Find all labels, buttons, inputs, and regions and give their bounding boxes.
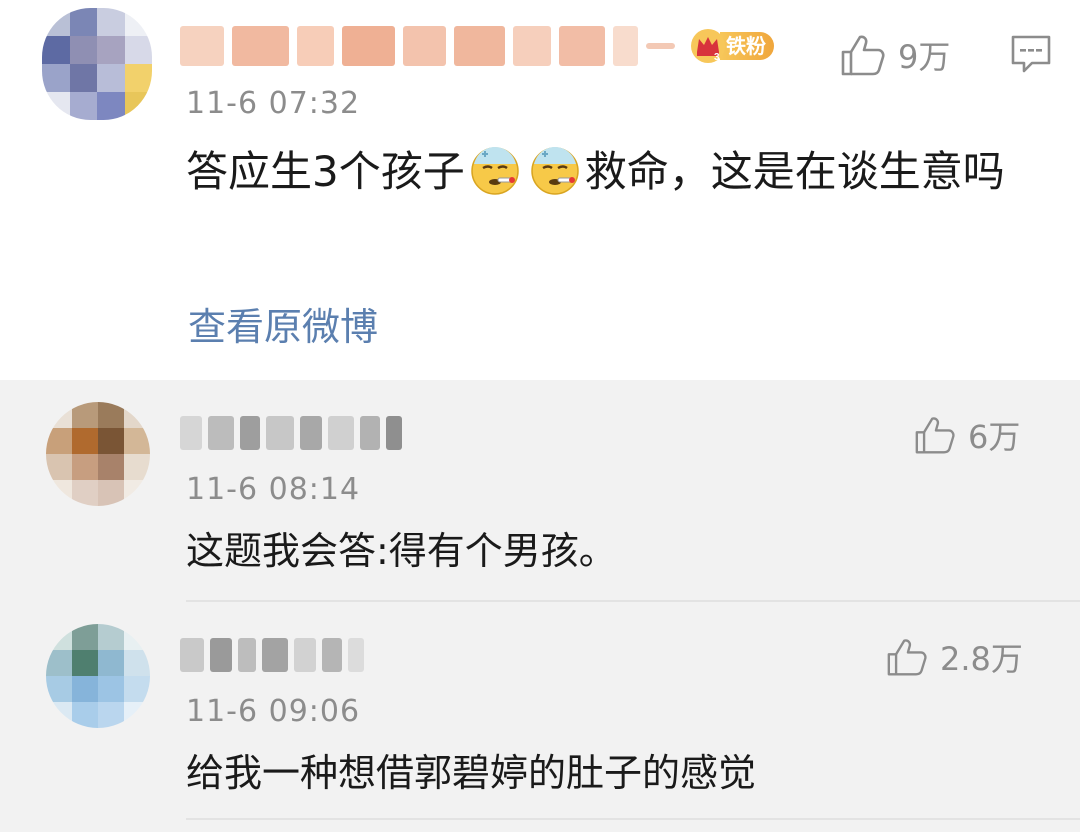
sick-face-emoji — [469, 144, 521, 196]
thumbs-up-icon — [886, 637, 928, 677]
comment-time: 11-6 08:14 — [186, 472, 361, 507]
crown-icon: 3 — [690, 28, 726, 64]
like-count: 2.8万 — [940, 640, 1023, 678]
svg-text:3: 3 — [714, 52, 720, 63]
comment-text: 答应生3个孩子 救命，这是在谈生意吗 — [186, 138, 1046, 206]
thumbs-up-icon — [840, 33, 886, 77]
avatar[interactable] — [42, 8, 152, 120]
divider — [186, 818, 1080, 820]
fan-badge[interactable]: 3 铁粉 — [690, 28, 780, 64]
like-button[interactable]: 6万 — [914, 412, 1020, 458]
comment-text-part-2: 救命，这是在谈生意吗 — [584, 147, 1005, 196]
username-blurred[interactable] — [180, 638, 385, 672]
comment-time: 11-6 09:06 — [186, 694, 361, 729]
badge-label: 铁粉 — [720, 32, 774, 60]
main-comment: 3 铁粉 9万 11-6 07:32 答应生3个孩子 救命，这是在谈生意吗 查看… — [0, 0, 1080, 380]
like-button[interactable]: 9万 — [840, 32, 950, 78]
view-original-link[interactable]: 查看原微博 — [188, 296, 378, 351]
comment-time: 11-6 07:32 — [186, 86, 361, 121]
like-button[interactable]: 2.8万 — [886, 634, 1023, 680]
reply-item: 6万 11-6 08:14 这题我会答:得有个男孩。 — [0, 380, 1080, 602]
like-count: 9万 — [898, 38, 951, 76]
comment-screen: 3 铁粉 9万 11-6 07:32 答应生3个孩子 救命，这是在谈生意吗 查看… — [0, 0, 1080, 832]
username-blurred[interactable] — [180, 416, 405, 450]
comment-bubble-icon[interactable] — [1010, 34, 1052, 74]
avatar[interactable] — [46, 402, 150, 506]
comment-text: 给我一种想借郭碧婷的肚子的感觉 — [186, 751, 757, 795]
like-count: 6万 — [968, 418, 1021, 456]
comment-text-part-1: 答应生3个孩子 — [186, 147, 465, 196]
thumbs-up-icon — [914, 415, 956, 455]
reply-item: 2.8万 11-6 09:06 给我一种想借郭碧婷的肚子的感觉 — [0, 602, 1080, 832]
username-blurred[interactable] — [180, 26, 675, 66]
avatar[interactable] — [46, 624, 150, 728]
sick-face-emoji — [529, 144, 581, 196]
comment-text: 这题我会答:得有个男孩。 — [186, 529, 617, 573]
